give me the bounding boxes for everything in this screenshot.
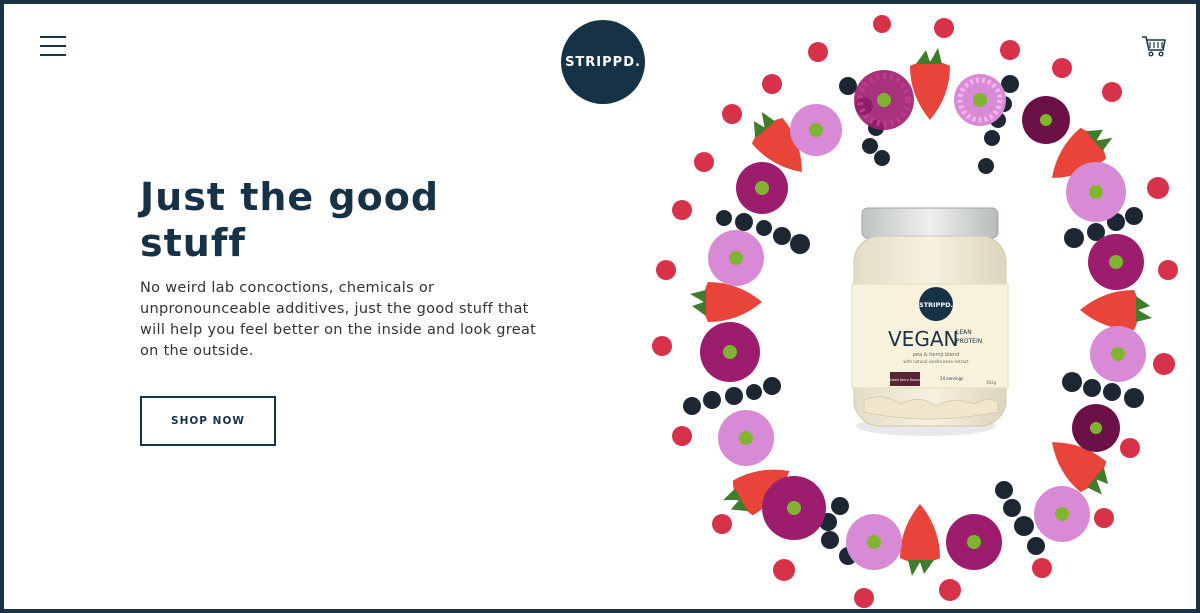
product-hero-image: STRIPPD. VEGAN LEAN PROTEIN pea & hemp b… <box>652 15 1178 608</box>
jar-subtitle-1: LEAN <box>956 329 972 336</box>
menu-icon-line <box>40 45 66 47</box>
menu-icon-line <box>40 54 66 56</box>
jar-product-name: VEGAN <box>888 327 958 351</box>
menu-button[interactable] <box>40 34 68 58</box>
jar-weight: 392g <box>986 380 997 385</box>
shop-now-label: SHOP NOW <box>171 415 245 427</box>
jar-blend: pea & hemp blend <box>913 352 959 358</box>
jar-note: with natural vanilla bean extract <box>903 359 969 364</box>
hero-title: Just the good stuff <box>140 175 440 265</box>
brand-name: STRIPPD. <box>565 54 641 70</box>
page-frame: STRIPPD. Just the good stuff No weird la… <box>0 0 1200 613</box>
shop-now-button[interactable]: SHOP NOW <box>140 396 276 446</box>
jar-servings: 14 servings <box>940 376 963 381</box>
hero-description: No weird lab concoctions, chemicals or u… <box>140 280 537 359</box>
jar-brand: STRIPPD. <box>919 301 953 309</box>
brand-logo[interactable]: STRIPPD. <box>561 20 645 104</box>
menu-icon-line <box>40 36 66 38</box>
protein-jar: STRIPPD. VEGAN LEAN PROTEIN pea & hemp b… <box>851 207 1009 436</box>
jar-flavour: mixed berry flavour <box>888 378 922 382</box>
jar-subtitle-2: PROTEIN <box>956 338 982 345</box>
